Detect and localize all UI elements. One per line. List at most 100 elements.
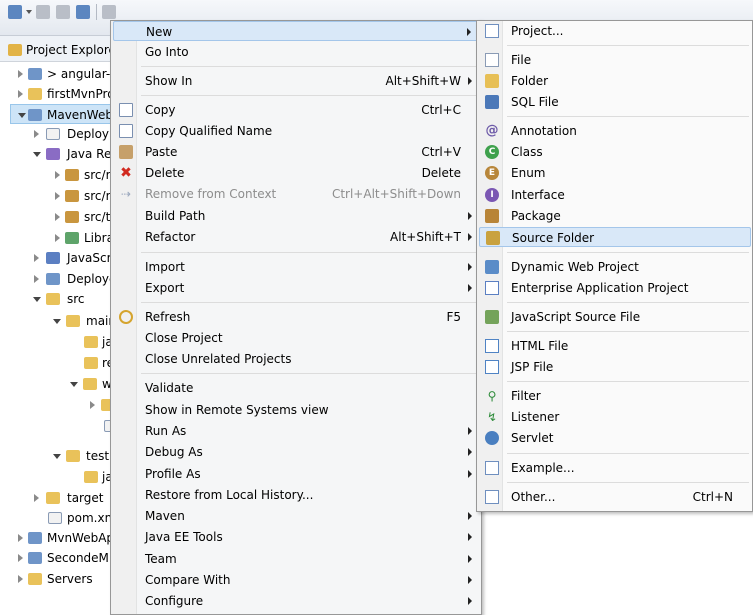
tree-item-javascript[interactable]: JavaScri (0, 248, 111, 268)
collapse-arrow-icon[interactable] (33, 297, 41, 302)
menu-item-build-path[interactable]: Build Path (113, 206, 479, 226)
filter-icon: ⚲ (487, 389, 497, 403)
tree-item-src-main-java[interactable]: src/r (0, 165, 111, 185)
tree-item-servers[interactable]: Servers (0, 569, 111, 589)
tree-item-resources[interactable]: re (0, 353, 111, 373)
menu-item-refactor[interactable]: Refactor Alt+Shift+T (113, 227, 479, 247)
expand-arrow-icon[interactable] (18, 70, 23, 78)
new-item-filter[interactable]: ⚲ Filter (479, 386, 751, 406)
expand-arrow-icon[interactable] (18, 90, 23, 98)
expand-arrow-icon[interactable] (18, 534, 23, 542)
tree-item-label: src (67, 292, 85, 306)
new-item-source-folder[interactable]: Source Folder (479, 227, 751, 247)
new-item-javascript-source-file[interactable]: JavaScript Source File (479, 307, 751, 327)
expand-arrow-icon[interactable] (34, 254, 39, 262)
tree-item-firstmvnpro[interactable]: firstMvnPro (0, 84, 111, 104)
menu-item-debug-as[interactable]: Debug As (113, 442, 479, 462)
new-item-sql-file[interactable]: SQL File (479, 92, 751, 112)
tree-item-web-inf[interactable] (0, 395, 111, 415)
expand-arrow-icon[interactable] (34, 275, 39, 283)
menu-item-compare-with[interactable]: Compare With (113, 570, 479, 590)
new-item-package[interactable]: Package (479, 206, 751, 226)
expand-arrow-icon[interactable] (18, 575, 23, 583)
menu-item-export[interactable]: Export (113, 278, 479, 298)
tree-item-main[interactable]: mair (0, 311, 111, 331)
expand-arrow-icon[interactable] (55, 234, 60, 242)
collapse-arrow-icon[interactable] (53, 454, 61, 459)
tree-item-test[interactable]: test (0, 446, 111, 466)
tree-item-target[interactable]: target (0, 488, 111, 508)
expand-arrow-icon[interactable] (18, 554, 23, 562)
new-item-annotation[interactable]: @ Annotation (479, 121, 751, 141)
menu-item-go-into[interactable]: Go Into (113, 42, 479, 62)
menu-item-paste[interactable]: Paste Ctrl+V (113, 142, 479, 162)
collapse-arrow-icon[interactable] (53, 319, 61, 324)
tree-item-test-java[interactable]: ja (0, 467, 111, 487)
new-item-html-file[interactable]: HTML File (479, 336, 751, 356)
debug-icon[interactable] (102, 5, 116, 19)
save-all-icon[interactable] (56, 5, 70, 19)
collapse-arrow-icon[interactable] (70, 382, 78, 387)
tree-item-mavenweb[interactable]: MavenWeb (10, 104, 111, 124)
menu-item-copy-qualified-name[interactable]: Copy Qualified Name (113, 121, 479, 141)
menu-item-profile-as[interactable]: Profile As (113, 464, 479, 484)
tree-item-pom[interactable]: pom.xm (0, 508, 111, 528)
new-item-example[interactable]: Example... (479, 458, 751, 478)
tree-item-secondem[interactable]: SecondeM (0, 548, 111, 568)
expand-arrow-icon[interactable] (55, 213, 60, 221)
menu-item-maven[interactable]: Maven (113, 506, 479, 526)
new-item-other[interactable]: Other... Ctrl+N (479, 487, 751, 507)
open-console-icon[interactable] (76, 5, 90, 19)
new-item-folder[interactable]: Folder (479, 71, 751, 91)
menu-item-import[interactable]: Import (113, 257, 479, 277)
tree-item-java-resources[interactable]: Java Re (0, 144, 111, 164)
save-icon[interactable] (36, 5, 50, 19)
new-item-dynamic-web-project[interactable]: Dynamic Web Project (479, 257, 751, 277)
collapse-arrow-icon[interactable] (33, 152, 41, 157)
expand-arrow-icon[interactable] (90, 401, 95, 409)
expand-arrow-icon[interactable] (34, 494, 39, 502)
menu-item-copy[interactable]: Copy Ctrl+C (113, 100, 479, 120)
tree-item-mvnwebap[interactable]: MvnWebAp (0, 528, 111, 548)
submenu-arrow-icon (468, 576, 472, 584)
menu-item-restore-local-history[interactable]: Restore from Local History... (113, 485, 479, 505)
tree-item-libraries[interactable]: Libra (0, 228, 111, 248)
new-item-project[interactable]: Project... (479, 21, 751, 41)
menu-item-java-ee-tools[interactable]: Java EE Tools (113, 527, 479, 547)
tree-item-index-file[interactable] (0, 416, 111, 436)
menu-item-show-remote-systems[interactable]: Show in Remote Systems view (113, 400, 479, 420)
menu-item-close-unrelated-projects[interactable]: Close Unrelated Projects (113, 349, 479, 369)
new-item-jsp-file[interactable]: JSP File (479, 357, 751, 377)
menu-item-delete[interactable]: ✖ Delete Delete (113, 163, 479, 183)
tree-item-src-main-resources[interactable]: src/r (0, 186, 111, 206)
expand-arrow-icon[interactable] (55, 192, 60, 200)
tree-item-src-test[interactable]: src/t (0, 207, 111, 227)
menu-item-team[interactable]: Team (113, 549, 479, 569)
new-item-listener[interactable]: ↯ Listener (479, 407, 751, 427)
new-item-file[interactable]: File (479, 50, 751, 70)
collapse-arrow-icon[interactable] (18, 113, 26, 118)
new-dropdown-icon[interactable] (26, 10, 32, 14)
menu-item-refresh[interactable]: Refresh F5 (113, 307, 479, 327)
menu-item-show-in[interactable]: Show In Alt+Shift+W (113, 71, 479, 91)
menu-item-run-as[interactable]: Run As (113, 421, 479, 441)
tree-item-src[interactable]: src (0, 289, 111, 309)
tree-item-webapp[interactable]: w (0, 374, 111, 394)
tree-item-deployment[interactable]: Deployr (0, 124, 111, 144)
new-wizard-icon[interactable] (8, 5, 22, 19)
new-item-enum[interactable]: E Enum (479, 163, 751, 183)
expand-arrow-icon[interactable] (55, 171, 60, 179)
tree-item-java[interactable]: ja (0, 332, 111, 352)
tree-item-deployed[interactable]: Deploye (0, 269, 111, 289)
new-item-enterprise-application[interactable]: Enterprise Application Project (479, 278, 751, 298)
menu-item-close-project[interactable]: Close Project (113, 328, 479, 348)
menu-item-validate[interactable]: Validate (113, 378, 479, 398)
new-item-interface[interactable]: I Interface (479, 185, 751, 205)
new-item-servlet[interactable]: Servlet (479, 428, 751, 448)
menu-item-remove-from-context[interactable]: ⇢ Remove from Context Ctrl+Alt+Shift+Dow… (113, 184, 479, 204)
expand-arrow-icon[interactable] (34, 130, 39, 138)
tree-item-angular[interactable]: > angular- (0, 64, 111, 84)
new-item-class[interactable]: C Class (479, 142, 751, 162)
menu-item-configure[interactable]: Configure (113, 591, 479, 611)
menu-item-new[interactable]: New (113, 21, 479, 41)
